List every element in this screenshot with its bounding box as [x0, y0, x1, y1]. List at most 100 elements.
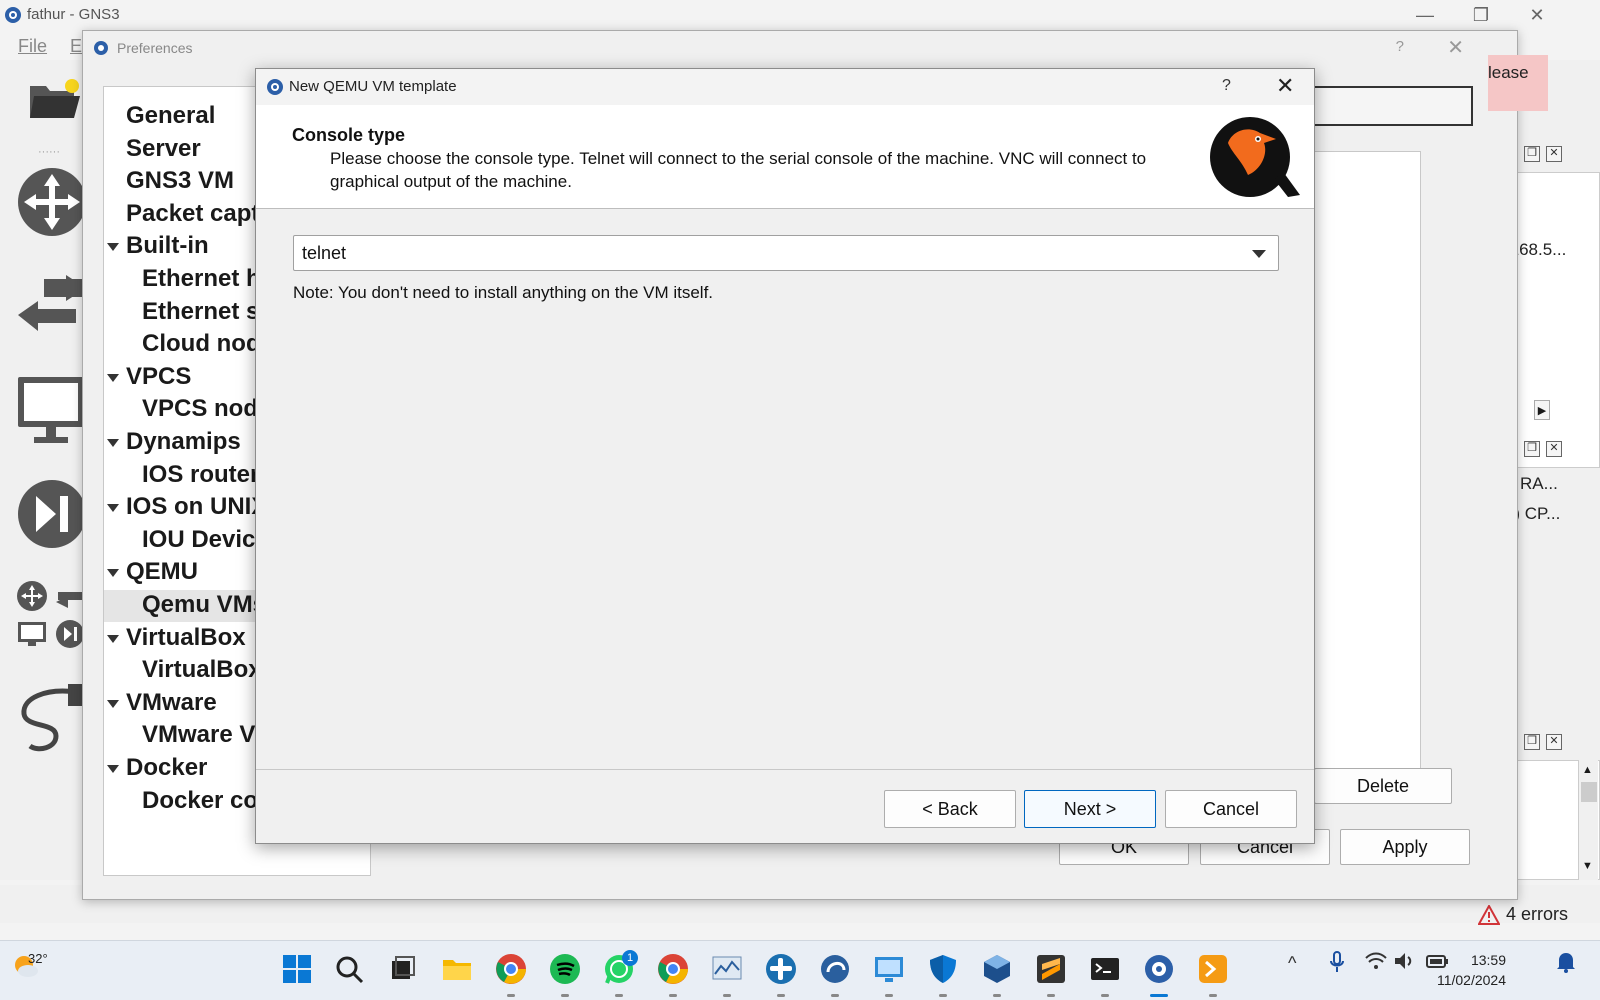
console-type-select[interactable]: telnet: [293, 235, 1279, 271]
main-window-title: fathur - GNS3: [27, 6, 120, 23]
clock-date: 11/02/2024: [1436, 972, 1506, 988]
tree-expand-arrow-icon[interactable]: [107, 504, 119, 513]
back-button[interactable]: < Back: [884, 790, 1016, 828]
errors-indicator[interactable]: 4 errors: [1477, 904, 1568, 925]
tree-item-docker[interactable]: Docker: [126, 754, 207, 782]
tree-expand-arrow-icon[interactable]: [107, 699, 119, 708]
tree-item-general[interactable]: General: [126, 102, 215, 130]
running-indicator: [939, 994, 947, 997]
routers-icon[interactable]: [16, 166, 86, 243]
tree-item-built-in[interactable]: Built-in: [126, 232, 209, 260]
slack-icon[interactable]: [764, 952, 798, 986]
chrome-icon[interactable]: [494, 952, 528, 986]
delete-button[interactable]: Delete: [1314, 768, 1452, 804]
tree-expand-arrow-icon[interactable]: [107, 765, 119, 773]
console-scrollbar[interactable]: ▲ ▼: [1578, 760, 1598, 880]
float-dock-icon[interactable]: ❐: [1524, 146, 1540, 162]
close-main-button[interactable]: ✕: [1514, 2, 1560, 28]
tree-item-vmware[interactable]: VMware: [126, 689, 217, 717]
sublime-merge-icon[interactable]: [1034, 952, 1068, 986]
tray-overflow-icon[interactable]: ^: [1288, 953, 1296, 974]
footer-divider: [256, 769, 1314, 770]
preferences-titlebar: Preferences ? ✕: [83, 31, 1517, 65]
tree-item-ethernet-s[interactable]: Ethernet s: [142, 298, 259, 326]
scroll-right-icon[interactable]: ▶: [1534, 400, 1550, 420]
microphone-icon[interactable]: [1330, 951, 1344, 978]
gns3-icon[interactable]: [1142, 952, 1176, 986]
tree-item-docker-co[interactable]: Docker co: [142, 787, 258, 815]
end-devices-icon[interactable]: [16, 375, 86, 452]
tree-expand-arrow-icon[interactable]: [107, 243, 119, 252]
all-devices-icon[interactable]: [16, 580, 86, 655]
search-field[interactable]: [1313, 86, 1473, 126]
weather-widget[interactable]: 32°: [10, 949, 48, 986]
wizard-help-button[interactable]: ?: [1222, 77, 1231, 95]
notification-badge: 1: [622, 950, 638, 966]
task-view-icon[interactable]: [386, 952, 420, 986]
preferences-help-button[interactable]: ?: [1396, 38, 1404, 55]
security-devices-icon[interactable]: [16, 478, 86, 555]
close-dock-icon[interactable]: ✕: [1546, 146, 1562, 162]
tree-item-dynamips[interactable]: Dynamips: [126, 428, 241, 456]
tree-item-iou-device[interactable]: IOU Device: [142, 526, 269, 554]
menu-edit[interactable]: E: [70, 36, 82, 57]
tree-item-packet-capt[interactable]: Packet capt: [126, 200, 259, 228]
scroll-thumb[interactable]: [1581, 782, 1597, 802]
system-clock[interactable]: 13:59 11/02/2024: [1437, 950, 1506, 990]
next-button[interactable]: Next >: [1024, 790, 1156, 828]
running-indicator: [885, 994, 893, 997]
chrome-profile-icon[interactable]: [656, 952, 690, 986]
tree-item-vmware-v[interactable]: VMware V: [142, 721, 255, 749]
tree-expand-arrow-icon[interactable]: [107, 439, 119, 447]
menu-file[interactable]: File: [18, 36, 47, 57]
tree-expand-arrow-icon[interactable]: [107, 569, 119, 578]
edge-like-icon[interactable]: [818, 952, 852, 986]
scroll-down-icon[interactable]: ▼: [1582, 860, 1593, 872]
tree-item-server[interactable]: Server: [126, 135, 201, 163]
toolbar-grip[interactable]: ······: [38, 146, 60, 158]
search-icon[interactable]: [332, 952, 366, 986]
tree-expand-arrow-icon[interactable]: [107, 373, 119, 382]
apply-button[interactable]: Apply: [1340, 829, 1470, 865]
remote-desktop-icon[interactable]: [872, 952, 906, 986]
spotify-icon[interactable]: [548, 952, 582, 986]
notification-bell-icon[interactable]: [1556, 951, 1576, 978]
virtualbox-icon[interactable]: [980, 952, 1014, 986]
wizard-close-button[interactable]: ✕: [1276, 73, 1294, 99]
restore-button[interactable]: ❐: [1458, 2, 1504, 28]
tree-expand-arrow-icon[interactable]: [107, 634, 119, 643]
scroll-up-icon[interactable]: ▲: [1582, 764, 1593, 776]
tree-item-ios-on-unix[interactable]: IOS on UNIX: [126, 493, 267, 521]
tree-item-virtualbox[interactable]: VirtualBox: [126, 624, 246, 652]
tree-item-vpcs[interactable]: VPCS: [126, 363, 191, 391]
close-dock-icon[interactable]: ✕: [1546, 441, 1562, 457]
float-dock-icon[interactable]: ❐: [1524, 441, 1540, 457]
wizard-cancel-button[interactable]: Cancel: [1165, 790, 1297, 828]
windows-security-icon[interactable]: [926, 952, 960, 986]
open-folder-icon[interactable]: [28, 78, 82, 127]
tree-item-qemu-vms[interactable]: Qemu VMs: [142, 591, 266, 619]
file-explorer-icon[interactable]: [440, 952, 474, 986]
powershell-icon[interactable]: [1196, 952, 1230, 986]
switches-icon[interactable]: [16, 275, 86, 344]
tree-item-qemu[interactable]: QEMU: [126, 558, 198, 586]
float-dock-icon[interactable]: ❐: [1524, 734, 1540, 750]
tree-item-cloud-nod[interactable]: Cloud nod: [142, 330, 261, 358]
volume-icon[interactable]: [1394, 951, 1416, 976]
tree-item-virtualbox[interactable]: VirtualBox: [142, 656, 262, 684]
tree-item-gns3-vm[interactable]: GNS3 VM: [126, 167, 234, 195]
tree-item-vpcs-node[interactable]: VPCS node: [142, 395, 271, 423]
minimize-button[interactable]: —: [1402, 2, 1448, 28]
wifi-icon[interactable]: [1365, 951, 1387, 976]
preferences-close-button[interactable]: ✕: [1447, 35, 1464, 60]
resource-monitor-icon[interactable]: [710, 952, 744, 986]
terminal-icon[interactable]: [1088, 952, 1122, 986]
running-indicator: [669, 994, 677, 997]
windows-start-icon[interactable]: [280, 952, 314, 986]
tree-item-ethernet-h[interactable]: Ethernet h: [142, 265, 261, 293]
close-dock-icon[interactable]: ✕: [1546, 734, 1562, 750]
add-link-icon[interactable]: [16, 678, 86, 763]
tree-item-ios-router[interactable]: IOS router: [142, 461, 259, 489]
qemu-logo-icon: [1202, 113, 1302, 206]
chevron-down-icon[interactable]: [1252, 250, 1266, 258]
